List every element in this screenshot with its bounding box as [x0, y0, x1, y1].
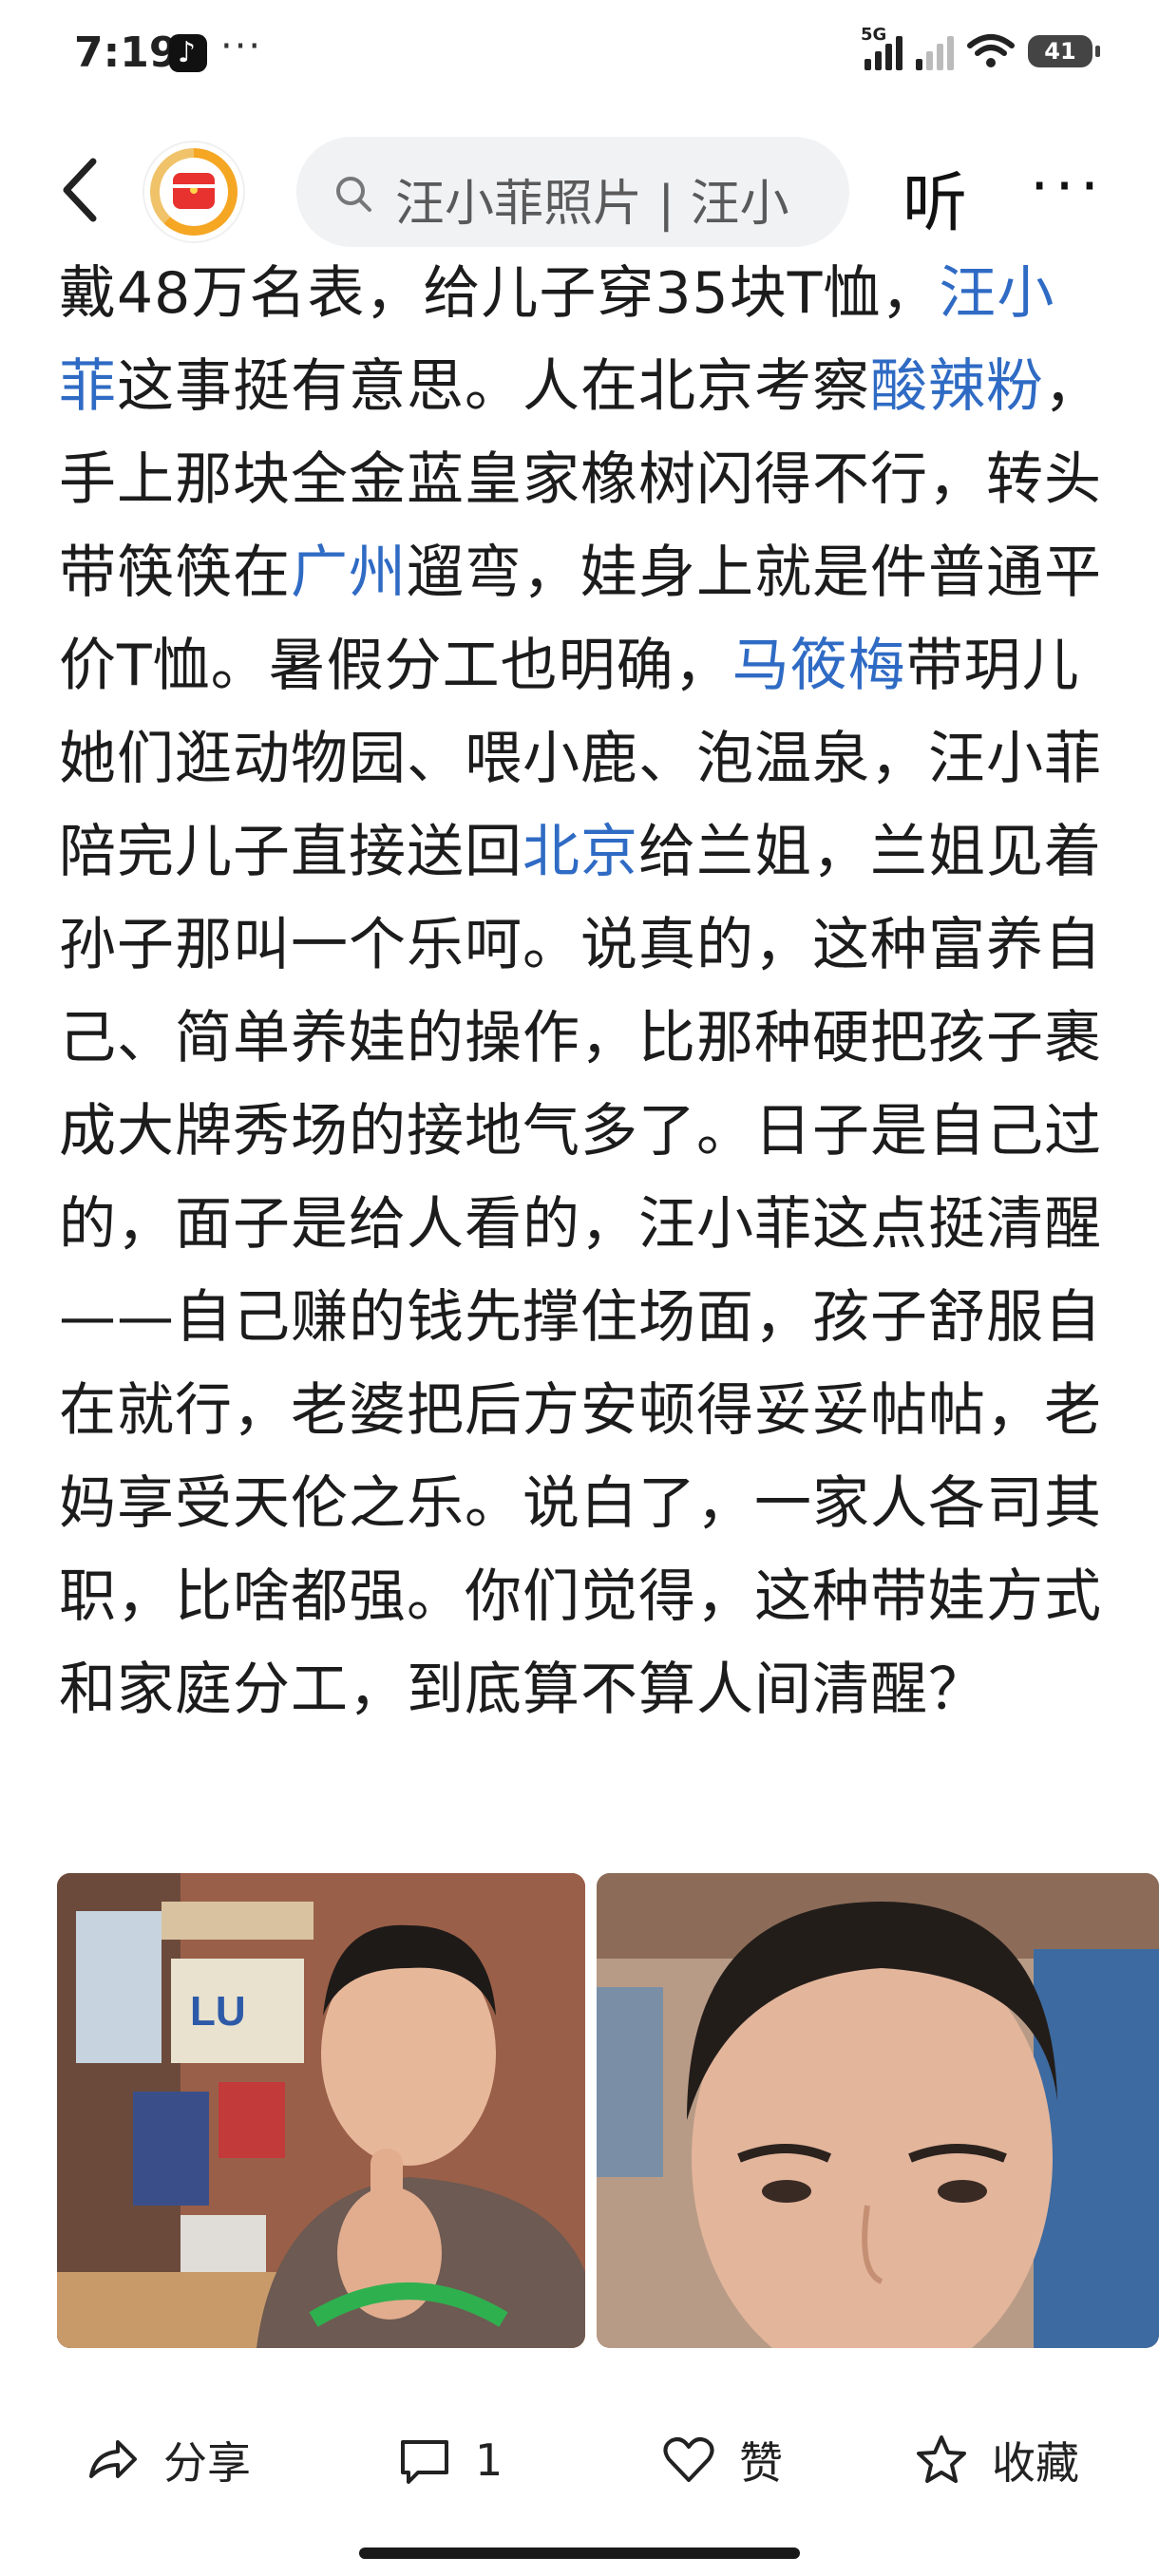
- back-button[interactable]: [53, 152, 110, 228]
- article-body: 戴48万名表，给儿子穿35块T恤，汪小菲这事挺有意思。人在北京考察酸辣粉，手上那…: [59, 247, 1104, 1736]
- comment-button[interactable]: 1: [397, 2425, 503, 2495]
- search-icon: [336, 177, 371, 212]
- star-icon: [917, 2435, 966, 2483]
- signal-5g-label: 5G: [861, 25, 887, 45]
- wifi-icon: [967, 32, 1015, 70]
- man-closeup-photo: [597, 1873, 1159, 2348]
- link-guangzhou[interactable]: 广州: [291, 540, 407, 606]
- cellular-signal-2-icon: [916, 32, 954, 70]
- status-more-icon: ···: [220, 25, 263, 68]
- more-options-button[interactable]: ···: [1030, 152, 1105, 222]
- status-time: 7:19: [74, 28, 179, 77]
- status-indicators: 5G 41: [861, 25, 1100, 70]
- article-text: 给兰姐，兰姐见着孙子那叫一个乐呵。说真的，这种富养自己、简单养娃的操作，比那种硬…: [59, 819, 1102, 1723]
- comment-count: 1: [475, 2434, 504, 2486]
- search-query-text: 汪小菲照片 | 汪小: [395, 176, 789, 233]
- battery-icon: 41: [1028, 35, 1100, 67]
- link-ma-xiaomei[interactable]: 马筱梅: [732, 633, 906, 699]
- search-bar[interactable]: 汪小菲照片 | 汪小: [296, 137, 849, 247]
- man-thumbs-up-photo: LU: [57, 1873, 585, 2348]
- like-button[interactable]: 赞: [661, 2425, 783, 2495]
- link-suanlafen[interactable]: 酸辣粉: [870, 353, 1044, 420]
- article-photo-1[interactable]: LU: [57, 1873, 585, 2348]
- cellular-5g-signal-icon: 5G: [861, 25, 902, 70]
- like-label: 赞: [739, 2437, 783, 2489]
- article-text: 这事挺有意思。人在北京考察: [117, 353, 870, 420]
- top-nav-bar: 汪小菲照片 | 汪小 听 ···: [0, 133, 1159, 247]
- share-label: 分享: [163, 2437, 251, 2489]
- collect-label: 收藏: [992, 2437, 1079, 2489]
- article-photo-2[interactable]: [597, 1873, 1159, 2348]
- action-bar: 分享 1 赞 收藏: [0, 2408, 1159, 2512]
- share-icon: [89, 2440, 137, 2478]
- collect-button[interactable]: 收藏: [914, 2425, 1079, 2495]
- heart-icon: [663, 2437, 714, 2482]
- listen-button[interactable]: 听: [902, 150, 967, 244]
- tiktok-notification-icon: [169, 34, 207, 72]
- chevron-left-icon: [63, 158, 97, 222]
- home-indicator[interactable]: [359, 2548, 800, 2559]
- status-bar: 7:19 ··· 5G 41: [0, 0, 1159, 114]
- link-beijing[interactable]: 北京: [522, 819, 638, 885]
- poster-lu-text: LU: [190, 1988, 246, 2035]
- comment-icon: [401, 2440, 448, 2484]
- app-logo[interactable]: [144, 142, 243, 241]
- share-button[interactable]: 分享: [86, 2425, 251, 2495]
- article-text: 戴48万名表，给儿子穿35块T恤，: [59, 260, 940, 327]
